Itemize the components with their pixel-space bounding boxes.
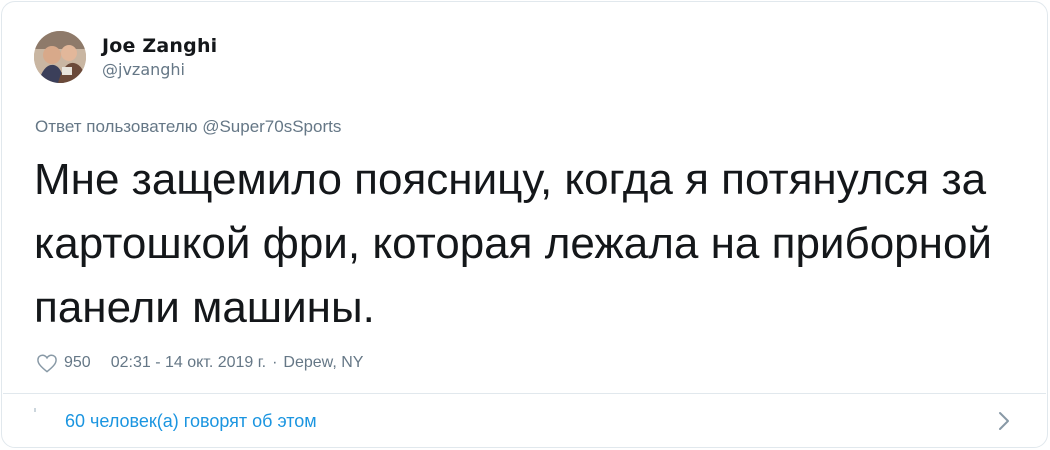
reply-prefix: Ответ пользователю xyxy=(35,117,198,136)
author-display-name[interactable]: Joe Zanghi xyxy=(102,35,217,57)
tweet-timestamp[interactable]: 02:31 - 14 окт. 2019 г. xyxy=(111,354,266,372)
people-talking-link[interactable]: 60 человек(а) говорят об этом xyxy=(65,411,317,432)
tweet-card: Joe Zanghi @jvzanghi Ответ пользователю … xyxy=(1,1,1048,448)
tweet-location[interactable]: Depew, NY xyxy=(283,354,363,372)
author-names: Joe Zanghi @jvzanghi xyxy=(102,35,217,79)
reply-context: Ответ пользователю @Super70sSports xyxy=(35,117,341,137)
chevron-right-icon[interactable] xyxy=(997,410,1011,432)
conversation-link[interactable]: 60 человек(а) говорят об этом xyxy=(2,394,1047,448)
reply-mention-link[interactable]: @Super70sSports xyxy=(202,117,341,136)
author-handle[interactable]: @jvzanghi xyxy=(102,60,217,79)
tweet-text: Мне защемило поясницу, когда я потянулся… xyxy=(34,155,992,332)
avatar[interactable] xyxy=(34,31,86,83)
tweet-header: Joe Zanghi @jvzanghi xyxy=(34,31,217,83)
tweet-meta: 950 02:31 - 14 окт. 2019 г. · Depew, NY xyxy=(36,353,363,373)
meta-separator: · xyxy=(272,354,278,371)
heart-icon[interactable] xyxy=(36,353,58,373)
footer-marker xyxy=(34,408,36,412)
like-count[interactable]: 950 xyxy=(64,354,91,372)
